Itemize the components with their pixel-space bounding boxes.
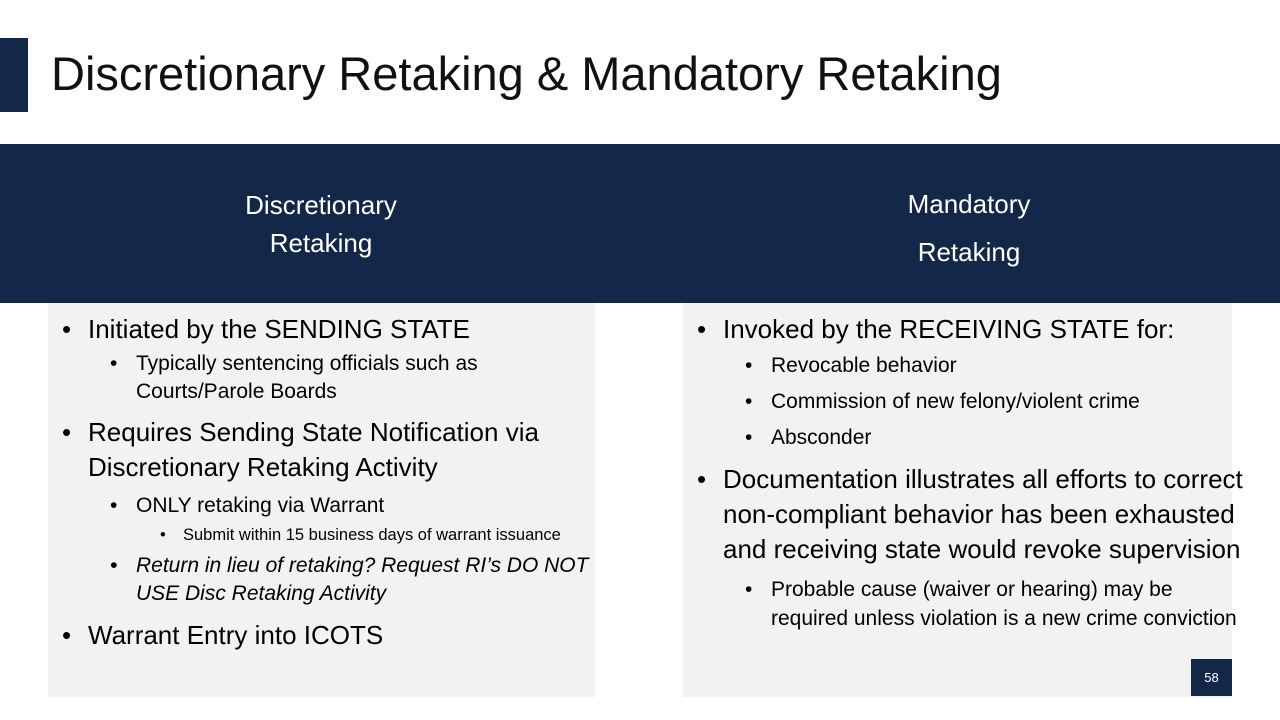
heading-line: Discretionary: [245, 190, 397, 220]
list-item: Revocable behavior: [683, 352, 1253, 380]
heading-line: Retaking: [269, 228, 373, 258]
list-item: Return in lieu of retaking? Request RI’s…: [48, 552, 598, 608]
title-accent-bar: [0, 38, 28, 112]
heading-line: Mandatory: [907, 189, 1031, 219]
list-item: Commission of new felony/violent crime: [683, 388, 1253, 416]
list-item: Initiated by the SENDING STATE: [48, 312, 598, 347]
list-item: Documentation illustrates all efforts to…: [683, 462, 1253, 567]
page-number: 58: [1191, 659, 1232, 696]
list-item: Warrant Entry into ICOTS: [48, 618, 598, 653]
list-item: Invoked by the RECEIVING STATE for:: [683, 312, 1253, 347]
heading-line: Retaking: [917, 237, 1021, 267]
list-item: Requires Sending State Notification via …: [48, 415, 598, 485]
mandatory-retaking-heading: Mandatory Retaking: [849, 180, 1089, 276]
list-item: Submit within 15 business days of warran…: [48, 524, 598, 547]
list-item: Probable cause (waiver or hearing) may b…: [683, 575, 1253, 633]
list-item: Absconder: [683, 424, 1253, 452]
slide-title: Discretionary Retaking & Mandatory Retak…: [51, 47, 1002, 100]
discretionary-bullet-list: Initiated by the SENDING STATE Typically…: [48, 310, 598, 653]
list-item: Typically sentencing officials such as C…: [48, 350, 598, 406]
mandatory-bullet-list: Invoked by the RECEIVING STATE for: Revo…: [683, 310, 1253, 633]
discretionary-retaking-heading: Discretionary Retaking: [201, 186, 441, 262]
list-item: ONLY retaking via Warrant: [48, 492, 598, 520]
